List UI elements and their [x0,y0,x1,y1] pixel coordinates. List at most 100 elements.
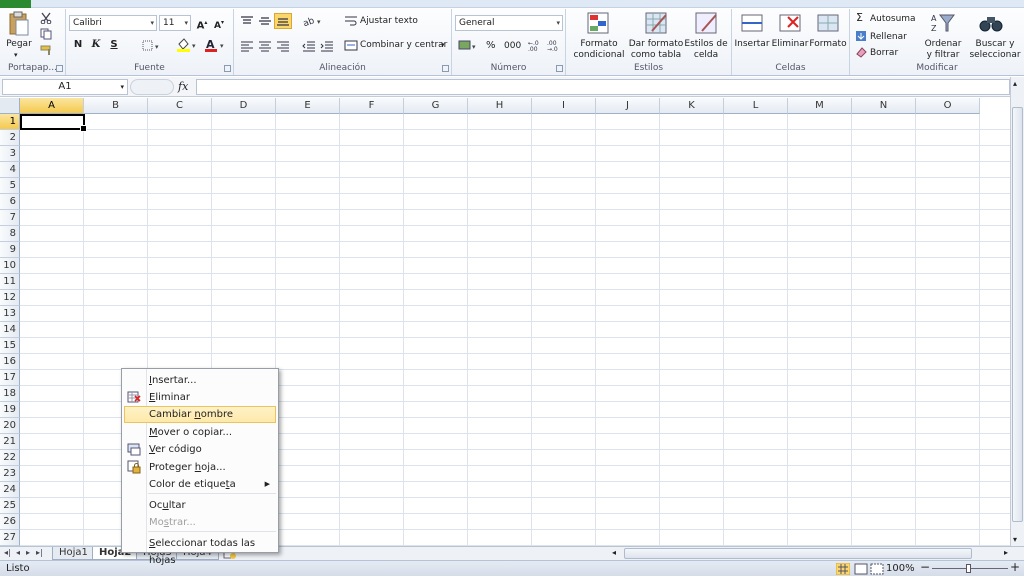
format-painter-icon[interactable] [40,44,54,56]
column-header-o[interactable]: O [916,98,980,114]
menu-item-ocultar[interactable]: Ocultar [124,497,276,514]
insert-function-icon[interactable]: fx [178,80,188,93]
column-header-c[interactable]: C [148,98,212,114]
column-header-e[interactable]: E [276,98,340,114]
grow-font-icon[interactable]: A▴ [194,15,210,31]
format-as-table-line2[interactable]: como tabla [628,50,684,60]
clear-button[interactable]: Borrar [870,48,898,58]
row-header[interactable]: 21 [0,434,20,450]
find-select-line1[interactable]: Buscar y [968,39,1022,49]
font-launcher-icon[interactable] [224,65,231,72]
format-cells-icon[interactable] [816,13,842,35]
name-box[interactable]: A1 ▾ [2,79,128,95]
column-header-d[interactable]: D [212,98,276,114]
align-bottom-button[interactable] [274,13,292,29]
cell-styles-line1[interactable]: Estilos de [682,39,730,49]
autosum-icon[interactable]: Σ [856,12,863,23]
number-launcher-icon[interactable] [556,65,563,72]
menu-item-mover-o-copiar[interactable]: Mover o copiar... [124,424,276,441]
sort-filter-icon[interactable]: AZ [930,11,956,35]
row-header[interactable]: 17 [0,370,20,386]
shrink-font-icon[interactable]: A▾ [211,15,227,31]
column-header-m[interactable]: M [788,98,852,114]
format-button[interactable]: Formato [808,39,848,49]
vertical-scroll-thumb[interactable] [1012,107,1023,522]
select-all-corner[interactable] [0,98,20,114]
row-header[interactable]: 8 [0,226,20,242]
prev-sheet-icon[interactable]: ◂ [16,548,20,557]
insert-cells-icon[interactable] [740,13,766,35]
insert-button[interactable]: Insertar [732,39,772,49]
menu-item-insertar[interactable]: Insertar... [124,372,276,389]
page-layout-icon[interactable] [854,563,868,575]
conditional-format-icon[interactable] [586,11,612,35]
conditional-format-line2[interactable]: condicional [568,50,630,60]
decrease-decimal-icon[interactable]: .00→.0 [547,39,563,52]
row-header[interactable]: 23 [0,466,20,482]
vertical-scrollbar[interactable]: ▴ ▾ [1010,77,1024,546]
next-sheet-icon[interactable]: ▸ [26,548,30,557]
paste-dropdown-icon[interactable]: ▾ [14,50,18,60]
column-header-n[interactable]: N [852,98,916,114]
row-header[interactable]: 19 [0,402,20,418]
column-header-l[interactable]: L [724,98,788,114]
scroll-up-icon[interactable]: ▴ [1013,79,1017,88]
conditional-format-line1[interactable]: Formato [568,39,630,49]
row-header[interactable]: 5 [0,178,20,194]
column-header-i[interactable]: I [532,98,596,114]
increase-indent-icon[interactable] [320,40,334,52]
font-color-icon[interactable]: A ▾ [204,38,228,52]
accounting-format-icon[interactable]: ▾ [458,39,480,53]
paste-icon[interactable] [8,11,30,37]
scroll-right-icon[interactable]: ▸ [1004,548,1008,557]
file-tab[interactable] [0,0,31,8]
menu-item-cambiar-nombre[interactable]: Cambiar nombre [124,406,276,423]
menu-item-color-de-etiqueta[interactable]: Color de etiqueta ▶ [124,476,276,493]
row-header[interactable]: 6 [0,194,20,210]
column-header-a[interactable]: A [20,98,84,114]
copy-icon[interactable] [40,28,54,40]
autosum-button[interactable]: Autosuma [870,14,916,24]
borders-icon[interactable]: ▾ [142,40,164,51]
zoom-level[interactable]: 100% [886,561,915,576]
bold-button[interactable]: N [70,37,86,53]
paste-button[interactable]: Pegar [4,39,34,49]
menu-item-seleccionar-todas-las-hojas[interactable]: Seleccionar todas las hojas [124,535,276,566]
menu-item-proteger-hoja[interactable]: Proteger hoja... [124,459,276,476]
row-header[interactable]: 12 [0,290,20,306]
first-sheet-icon[interactable]: ◂| [4,548,11,557]
column-header-f[interactable]: F [340,98,404,114]
increase-decimal-icon[interactable]: ←.0.00 [528,39,544,52]
eraser-icon[interactable] [855,46,867,58]
row-header[interactable]: 13 [0,306,20,322]
row-header[interactable]: 4 [0,162,20,178]
horizontal-scroll-thumb[interactable] [624,548,972,559]
row-header[interactable]: 25 [0,498,20,514]
fill-icon[interactable] [855,30,867,42]
row-header[interactable]: 15 [0,338,20,354]
zoom-slider-thumb[interactable] [966,564,971,573]
merge-center-button[interactable]: Combinar y centrar [360,40,447,50]
zoom-in-icon[interactable]: + [1010,560,1020,575]
row-header[interactable]: 9 [0,242,20,258]
italic-button[interactable]: K [88,37,104,53]
fill-button[interactable]: Rellenar [870,32,907,42]
page-break-icon[interactable] [870,563,884,575]
row-header[interactable]: 16 [0,354,20,370]
column-header-b[interactable]: B [84,98,148,114]
format-as-table-icon[interactable] [644,11,670,35]
cell-styles-icon[interactable] [694,11,720,35]
cut-icon[interactable] [40,12,52,24]
align-middle-icon[interactable] [258,15,272,27]
row-header[interactable]: 22 [0,450,20,466]
scroll-down-icon[interactable]: ▾ [1013,535,1017,544]
column-header-g[interactable]: G [404,98,468,114]
merge-dropdown-icon[interactable]: ▾ [441,40,445,50]
align-right-icon[interactable] [276,40,290,52]
alignment-launcher-icon[interactable] [442,65,449,72]
column-header-h[interactable]: H [468,98,532,114]
find-select-line2[interactable]: seleccionar [968,50,1022,60]
align-left-icon[interactable] [240,40,254,52]
row-header[interactable]: 11 [0,274,20,290]
align-top-icon[interactable] [240,15,254,27]
